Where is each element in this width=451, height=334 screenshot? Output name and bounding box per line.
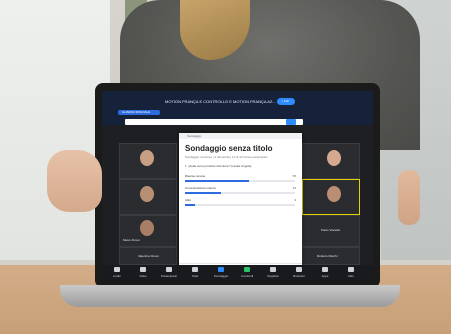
record-icon (270, 267, 276, 272)
poll-dialog: Sondaggio Sondaggio senza titolo Sondagg… (179, 133, 302, 275)
reaction-icon (296, 267, 302, 272)
toolbar-audio[interactable]: Audio (106, 267, 128, 279)
participant-tile[interactable]: Roberto Marchi (302, 247, 360, 265)
poll-option-percent: 58 (292, 174, 296, 178)
participant-face (140, 186, 154, 202)
poll-bar-fill (185, 204, 195, 206)
poll-bar-track (185, 204, 295, 206)
toolbar-record[interactable]: Registra (262, 267, 284, 279)
toolbar-poll[interactable]: Sondaggio (210, 267, 232, 279)
search-button[interactable] (286, 119, 296, 125)
poll-bar-fill (185, 192, 222, 194)
poll-option-percent: 33 (292, 186, 296, 190)
toolbar-more[interactable]: Altro (340, 267, 362, 279)
toolbar-video[interactable]: Video (132, 267, 154, 279)
view-chip[interactable]: • Full (277, 98, 295, 105)
participant-face (140, 220, 154, 236)
participant-name: Paolo Vianello (321, 228, 341, 232)
laptop-screen: MOTION FRANÇA E CONTROLLO E MOTION FRANÇ… (102, 91, 373, 281)
participant-face (140, 150, 154, 166)
poll-icon (218, 267, 224, 272)
zoom-toolbar: Audio Video Partecipanti Chat Sondaggio … (102, 265, 373, 281)
share-screen-icon (244, 267, 250, 272)
participant-name: Valentino Rossi (138, 254, 159, 258)
participant-tile[interactable]: Marco Rossi (119, 215, 177, 247)
zoom-header: MOTION FRANÇA E CONTROLLO E MOTION FRANÇ… (102, 91, 373, 125)
toolbar-label: Sondaggio (213, 274, 229, 278)
search-input[interactable] (125, 119, 303, 125)
participant-tile[interactable] (302, 143, 360, 179)
toolbar-label: Audio (113, 274, 121, 278)
toolbar-label: Reazioni (293, 274, 305, 278)
poll-question: 1. Quale tema preferite discutere? (scel… (185, 164, 252, 168)
toolbar-participants[interactable]: Partecipanti (158, 267, 180, 279)
poll-option-percent: 9 (294, 198, 296, 202)
poll-option-label: Risorse umane (185, 174, 206, 178)
apps-icon (322, 267, 328, 272)
participant-tile[interactable]: Paolo Vianello (302, 215, 360, 247)
toolbar-label: Chat (191, 274, 199, 278)
toolbar-chat[interactable]: Chat (184, 267, 206, 279)
toolbar-label: Registra (267, 274, 279, 278)
right-hand (398, 170, 420, 225)
participant-tile[interactable] (119, 179, 177, 215)
chat-icon (192, 267, 198, 272)
poll-bar-track (185, 180, 295, 182)
toolbar-label: Altro (347, 274, 355, 278)
camera-icon (140, 267, 146, 272)
toolbar-label: Video (139, 274, 147, 278)
guarda-label: GUARDA SPECIALE (122, 110, 151, 114)
window-background (0, 0, 110, 260)
poll-subtitle: Sondaggio concluso | 1 domanda | 12 di 1… (185, 155, 268, 159)
microphone-icon (114, 267, 120, 272)
poll-option-label: Comunicazione interna (185, 186, 216, 190)
participant-face (327, 150, 341, 166)
poll-bar-fill (185, 180, 249, 182)
more-icon (348, 267, 354, 272)
participant-name: Marco Rossi (123, 238, 140, 242)
people-icon (166, 267, 172, 272)
toolbar-apps[interactable]: Apps (314, 267, 336, 279)
laptop-base (60, 285, 400, 307)
toolbar-reactions[interactable]: Reazioni (288, 267, 310, 279)
toolbar-share[interactable]: Condividi (236, 267, 258, 279)
participant-tile[interactable] (119, 143, 177, 179)
participant-name: Roberto Marchi (317, 254, 338, 258)
toolbar-label: Partecipanti (161, 274, 177, 278)
toolbar-label: Apps (321, 274, 329, 278)
participant-tile-active[interactable] (302, 179, 360, 215)
poll-option-label: Altro (185, 198, 192, 202)
guarda-button[interactable]: GUARDA SPECIALE (118, 110, 160, 115)
poll-bar-track (185, 192, 295, 194)
toolbar-label: Condividi (240, 274, 254, 278)
participant-tile[interactable]: Valentino Rossi (119, 247, 177, 265)
photo-scene: MOTION FRANÇA E CONTROLLO E MOTION FRANÇ… (0, 0, 451, 334)
dialog-brand: Sondaggio (187, 134, 202, 138)
left-hand (47, 150, 102, 212)
meeting-title: MOTION FRANÇA E CONTROLLO E MOTION FRANÇ… (165, 99, 276, 104)
participant-face (327, 186, 341, 202)
view-chip-label: • Full (282, 99, 289, 103)
poll-title: Sondaggio senza titolo (185, 144, 273, 153)
